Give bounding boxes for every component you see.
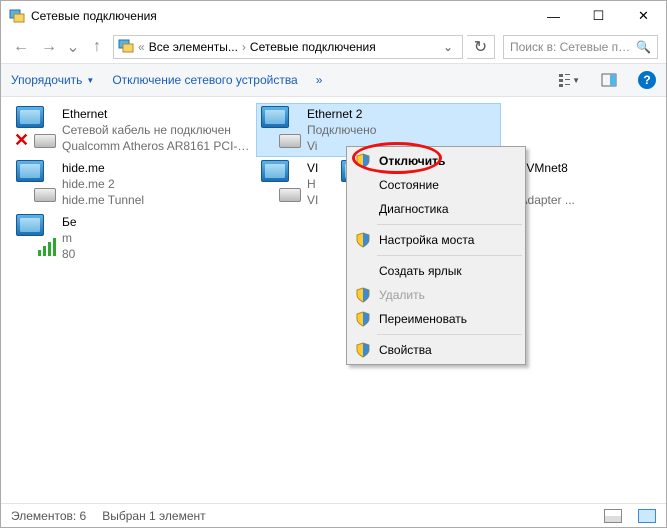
search-icon: 🔍 [636,40,651,54]
window-buttons: — ☐ ✕ [531,1,666,31]
ctx-separator [377,255,522,256]
ctx-rename[interactable]: Переименовать [349,307,523,331]
disable-device-button[interactable]: Отключение сетевого устройства [112,73,297,87]
ctx-separator [377,224,522,225]
minimize-button[interactable]: — [531,1,576,31]
address-box[interactable]: « Все элементы... › Сетевые подключения … [113,35,463,59]
status-count: Элементов: 6 [11,509,86,523]
shield-icon [355,232,371,248]
connection-status: H [307,176,318,192]
context-menu: Отключить Состояние Диагностика Настройк… [346,146,526,365]
shield-icon [355,153,371,169]
status-bar: Элементов: 6 Выбран 1 элемент [1,503,666,527]
preview-pane-icon[interactable] [598,69,620,91]
adapter-icon [14,160,56,202]
connection-status: m [62,230,77,246]
close-button[interactable]: ✕ [621,1,666,31]
search-placeholder: Поиск в: Сетевые по... [510,40,632,54]
status-selected: Выбран 1 элемент [102,509,205,523]
connection-name: Бе [62,214,77,230]
breadcrumb-sep: « [138,40,145,54]
forward-button[interactable]: → [37,35,61,59]
details-view-icon[interactable] [604,509,622,523]
connection-status: Сетевой кабель не подключен [62,122,253,138]
ctx-separator [377,334,522,335]
connection-status: hide.me 2 [62,176,144,192]
connection-item-hideme[interactable]: hide.mehide.me 2hide.me Tunnel [11,157,256,211]
connection-device: VI [307,192,318,208]
connection-name: hide.me [62,160,144,176]
ctx-bridge[interactable]: Настройка моста [349,228,523,252]
adapter-icon [259,160,301,202]
adapter-icon: ✕ [14,106,56,148]
connection-name: VI [307,160,318,176]
back-button[interactable]: ← [9,35,33,59]
shield-icon [355,311,371,327]
connection-item-wireless[interactable]: Беm80 [11,211,91,265]
address-bar: ← → ⌄ ↑ « Все элементы... › Сетевые подк… [1,31,666,63]
connection-item-vi[interactable]: VIHVI [256,157,336,211]
connection-name: Ethernet 2 [307,106,376,122]
shield-icon [355,287,371,303]
up-button[interactable]: ↑ [85,35,109,59]
breadcrumb-chevron: › [242,40,246,54]
connection-status: Подключено [307,122,376,138]
breadcrumb-part2[interactable]: Сетевые подключения [250,40,376,54]
connection-item-ethernet[interactable]: ✕ EthernetСетевой кабель не подключенQua… [11,103,256,157]
ctx-status[interactable]: Состояние [349,173,523,197]
maximize-button[interactable]: ☐ [576,1,621,31]
window-title: Сетевые подключения [31,9,531,23]
ctx-diagnose[interactable]: Диагностика [349,197,523,221]
search-box[interactable]: Поиск в: Сетевые по... 🔍 [503,35,658,59]
connection-device: Qualcomm Atheros AR8161 PCI-E... [62,138,253,154]
organize-menu[interactable]: Упорядочить▼ [11,73,94,87]
help-icon[interactable]: ? [638,71,656,89]
history-dropdown[interactable]: ⌄ [65,35,81,59]
tiles-view-icon[interactable] [638,509,656,523]
refresh-button[interactable]: ↻ [467,35,495,59]
adapter-icon [14,214,56,256]
connection-name: Ethernet [62,106,253,122]
network-icon [118,38,134,57]
connection-device: hide.me Tunnel [62,192,144,208]
adapter-icon [259,106,301,148]
ctx-disconnect[interactable]: Отключить [349,149,523,173]
ctx-shortcut[interactable]: Создать ярлык [349,259,523,283]
toolbar-more[interactable]: » [316,73,323,87]
shield-icon [355,342,371,358]
view-options-icon[interactable]: ▼ [558,69,580,91]
disconnected-icon: ✕ [14,132,30,148]
ctx-delete: Удалить [349,283,523,307]
content-area: ✕ EthernetСетевой кабель не подключенQua… [1,97,666,497]
address-dropdown[interactable]: ⌄ [438,40,458,54]
ctx-properties[interactable]: Свойства [349,338,523,362]
breadcrumb-part1[interactable]: Все элементы... [149,40,238,54]
app-icon [9,8,25,24]
connection-device: 80 [62,246,77,262]
signal-bars-icon [38,238,56,256]
toolbar: Упорядочить▼ Отключение сетевого устройс… [1,63,666,97]
titlebar: Сетевые подключения — ☐ ✕ [1,1,666,31]
